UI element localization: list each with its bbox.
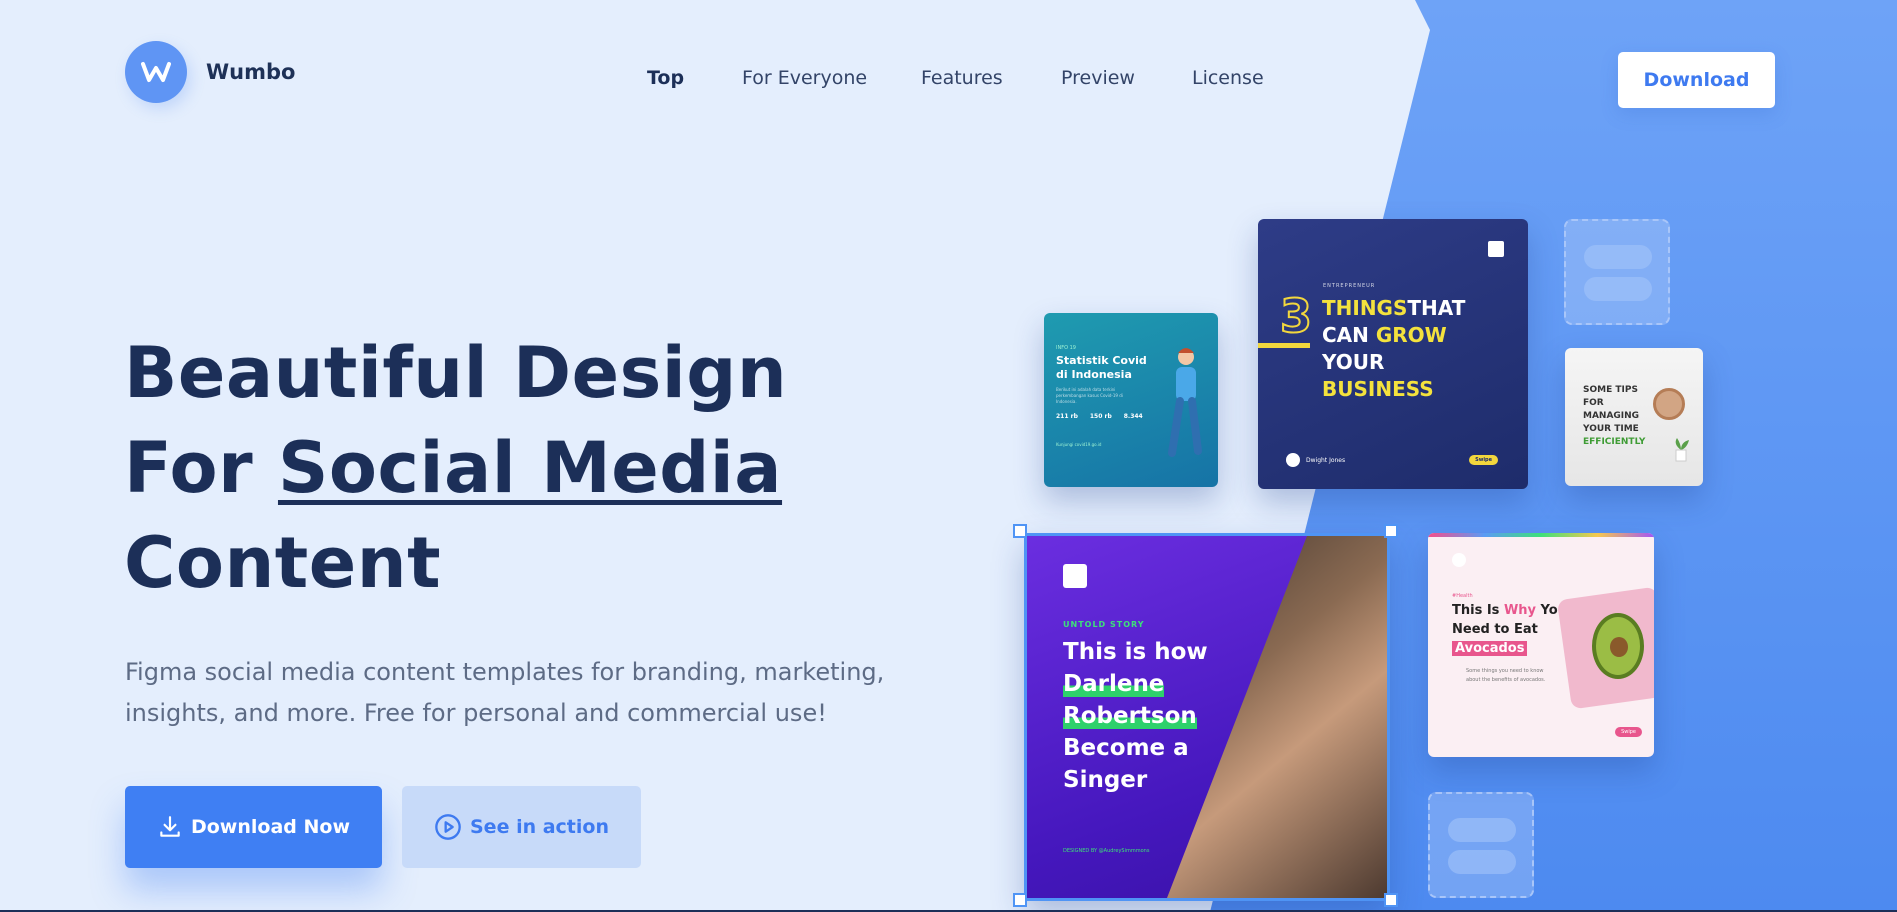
brand-badge-icon: [1488, 241, 1504, 257]
rainbow-strip: [1428, 533, 1654, 537]
hero-title-line-2: For Social Media: [124, 427, 782, 509]
avocado-subtitle: Some things you need to know about the b…: [1466, 668, 1546, 683]
download-now-button[interactable]: Download Now: [125, 786, 382, 868]
template-card-covid[interactable]: INFO 19 Statistik Covid di Indonesia Ber…: [1044, 313, 1218, 487]
nav-item-features[interactable]: Features: [921, 67, 1003, 89]
nav-item-license[interactable]: License: [1192, 67, 1264, 89]
logo-mark-icon: [125, 41, 187, 103]
template-card-singer[interactable]: UNTOLD STORY This is how Darlene Roberts…: [1024, 533, 1390, 901]
person-illustration-icon: [1168, 348, 1202, 457]
accent-bar: [1258, 343, 1310, 348]
covid-title: Statistik Covid di Indonesia: [1056, 354, 1147, 381]
covid-subtitle: Berikut ini adalah data terkini perkemba…: [1056, 387, 1123, 404]
see-in-action-button[interactable]: See in action: [402, 786, 641, 868]
business-author: Dwight Jones: [1286, 453, 1345, 467]
nav-item-preview[interactable]: Preview: [1061, 67, 1135, 89]
resize-handle-top-right[interactable]: [1384, 524, 1398, 538]
hero-title-prefix: For: [124, 427, 278, 509]
covid-stat: 211 rb: [1056, 413, 1078, 420]
hero-description: Figma social media content templates for…: [125, 658, 885, 727]
covid-stat: 150 rb: [1089, 413, 1112, 420]
swipe-badge: Swipe: [1615, 727, 1642, 737]
resize-handle-bottom-left[interactable]: [1013, 893, 1027, 907]
download-icon: [160, 816, 180, 837]
hero-title-line-3: Content: [124, 522, 442, 604]
template-card-avocado[interactable]: #Health This Is Why You Need to Eat Avoc…: [1428, 533, 1654, 757]
play-circle-icon: [435, 814, 461, 840]
avocado-icon: [1592, 613, 1644, 679]
hero-title-emphasis: Social Media: [277, 427, 783, 509]
plant-icon: [1675, 438, 1689, 462]
template-card-tips[interactable]: SOME TIPS FOR MANAGING YOUR TIME EFFICIE…: [1565, 348, 1703, 486]
brand-logo[interactable]: Wumbo: [125, 41, 295, 103]
covid-stat: 8.344: [1123, 413, 1143, 420]
header-download-button[interactable]: Download: [1618, 52, 1775, 108]
download-now-label: Download Now: [190, 816, 350, 838]
template-placeholder-top: [1564, 219, 1670, 325]
avocado-headline: This Is Why You Need to Eat Avocados: [1452, 603, 1567, 656]
resize-handle-top-left[interactable]: [1013, 524, 1027, 538]
nav-item-for-everyone[interactable]: For Everyone: [742, 67, 867, 89]
swipe-badge: Swipe: [1469, 455, 1498, 465]
avocado-kicker: #Health: [1452, 593, 1473, 599]
singer-kicker: UNTOLD STORY: [1063, 620, 1145, 629]
business-number: 3: [1279, 288, 1313, 344]
singer-headline: This is how Darlene Robertson Become a S…: [1063, 639, 1208, 793]
brand-name: Wumbo: [206, 60, 296, 84]
clock-icon: [1653, 388, 1685, 420]
business-headline: THINGSTHAT CAN GROW YOUR BUSINESS: [1322, 296, 1466, 401]
see-in-action-label: See in action: [470, 816, 609, 838]
avatar: [1286, 453, 1300, 467]
template-placeholder-bottom: [1428, 792, 1534, 898]
business-kicker: ENTREPRENEUR: [1323, 283, 1376, 289]
brand-badge-icon: [1063, 564, 1087, 588]
tips-headline: SOME TIPS FOR MANAGING YOUR TIME EFFICIE…: [1583, 385, 1646, 447]
nav-item-top[interactable]: Top: [647, 67, 684, 89]
hero-title-line-1: Beautiful Design: [124, 332, 788, 414]
brand-badge-icon: [1452, 553, 1466, 567]
singer-footer: DESIGNED BY @AudreySimmmons: [1063, 848, 1150, 854]
template-card-business[interactable]: ENTREPRENEUR 3 THINGSTHAT CAN GROW YOUR …: [1258, 219, 1528, 489]
resize-handle-bottom-right[interactable]: [1384, 893, 1398, 907]
